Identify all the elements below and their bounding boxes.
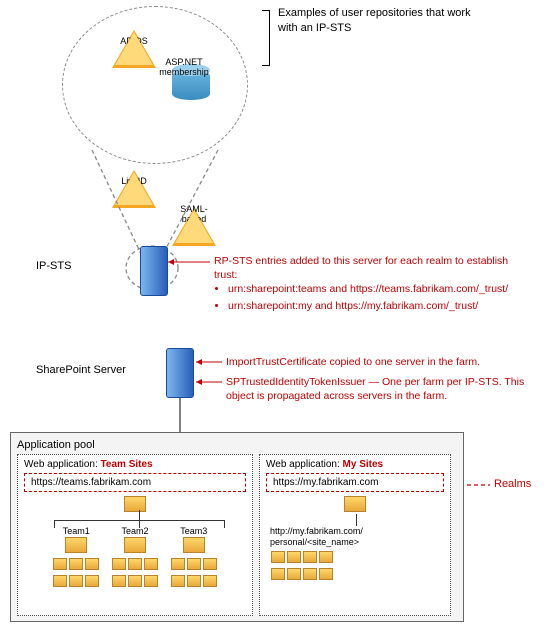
team-header-name: Team Sites [101, 459, 153, 470]
ipsts-bullet-2: urn:sharepoint:my and https://my.fabrika… [228, 299, 530, 313]
site-icon [85, 558, 99, 570]
site-icon [85, 575, 99, 587]
site-icon [187, 558, 201, 570]
site-icon [287, 551, 301, 563]
site-icon [344, 496, 366, 512]
site-icon [203, 558, 217, 570]
site-icon [124, 496, 146, 512]
ipsts-label: IP-STS [36, 260, 71, 272]
repositories-caption: Examples of user repositories that work … [278, 6, 478, 36]
site-icon [271, 568, 285, 580]
sharepoint-note1: ImportTrustCertificate copied to one ser… [226, 356, 526, 368]
site-icon [69, 558, 83, 570]
team-header-prefix: Web application: [24, 459, 101, 470]
site-icon [112, 558, 126, 570]
adds-label: AD DS [110, 36, 158, 46]
site-icon [65, 537, 87, 553]
site-icon [319, 568, 333, 580]
site-icon [112, 575, 126, 587]
team3-label: Team3 [170, 526, 218, 536]
site-icon [287, 568, 301, 580]
ipsts-server-icon [140, 246, 168, 296]
ipsts-notes: RP-STS entries added to this server for … [214, 254, 530, 315]
apppool-title: Application pool [17, 439, 457, 451]
application-pool: Application pool Web application: Team S… [10, 432, 464, 622]
liveid-icon: LiveID [112, 170, 156, 208]
realms-label: Realms [494, 478, 531, 490]
site-icon [53, 558, 67, 570]
liveid-label: LiveID [110, 176, 158, 186]
site-icon [303, 568, 317, 580]
site-icon [128, 558, 142, 570]
saml-icon: SAML-based [172, 208, 216, 246]
site-icon [128, 575, 142, 587]
saml-label: SAML-based [170, 204, 218, 224]
site-icon [53, 575, 67, 587]
aspnet-label: ASP.NET membership [154, 58, 214, 78]
adds-icon: AD DS [112, 30, 156, 68]
sharepoint-label: SharePoint Server [36, 364, 126, 376]
ipsts-bullet-1: urn:sharepoint:teams and https://teams.f… [228, 282, 530, 296]
bracket-icon [262, 10, 270, 66]
webapp-team-sites: Web application: Team Sites https://team… [17, 454, 253, 616]
site-icon [183, 537, 205, 553]
sharepoint-server-icon [166, 348, 194, 398]
site-icon [69, 575, 83, 587]
team2-label: Team2 [111, 526, 159, 536]
site-icon [171, 575, 185, 587]
team1-label: Team1 [52, 526, 100, 536]
site-icon [319, 551, 333, 563]
team-realm-url: https://teams.fabrikam.com [24, 473, 246, 492]
site-icon [124, 537, 146, 553]
site-icon [271, 551, 285, 563]
site-icon [303, 551, 317, 563]
mysites-header-prefix: Web application: [266, 459, 343, 470]
site-icon [144, 575, 158, 587]
sharepoint-note2: SPTrustedIdentityTokenIssuer — One per f… [226, 376, 526, 403]
site-icon [187, 575, 201, 587]
site-icon [144, 558, 158, 570]
mysites-header-name: My Sites [343, 459, 384, 470]
mysites-realm-url: https://my.fabrikam.com [266, 473, 444, 492]
site-icon [171, 558, 185, 570]
ipsts-note-title: RP-STS entries added to this server for … [214, 254, 530, 282]
personal-site-label: http://my.fabrikam.com/ personal/<site_n… [270, 526, 444, 548]
site-icon [203, 575, 217, 587]
webapp-my-sites: Web application: My Sites https://my.fab… [259, 454, 451, 616]
